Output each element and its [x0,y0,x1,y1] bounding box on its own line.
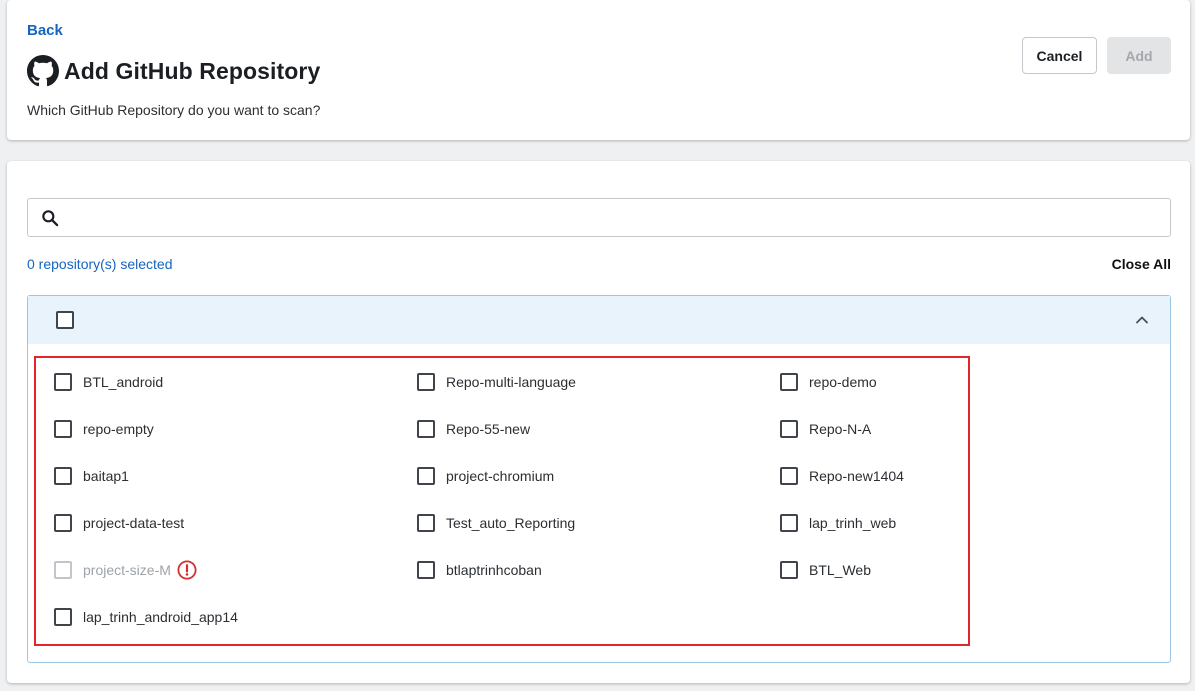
page-subtitle: Which GitHub Repository do you want to s… [27,102,321,118]
repo-checkbox[interactable] [417,467,435,485]
repo-label: project-data-test [83,515,185,531]
close-all-button[interactable]: Close All [1112,256,1171,272]
repo-label: repo-demo [809,374,877,390]
repo-item[interactable]: btlaptrinhcoban [417,559,542,581]
repo-item[interactable]: Repo-N-A [780,418,871,440]
repo-checkbox[interactable] [780,514,798,532]
add-button[interactable]: Add [1107,37,1171,74]
repo-label: BTL_Web [809,562,871,578]
repo-checkbox[interactable] [780,373,798,391]
repo-checkbox[interactable] [780,420,798,438]
repo-item[interactable]: baitap1 [54,465,129,487]
repo-label: project-size-M [83,562,171,578]
group-checkbox[interactable] [56,311,74,329]
title-row: Add GitHub Repository [27,55,320,87]
repo-checkbox[interactable] [54,373,72,391]
search-icon [40,208,60,228]
group-header[interactable] [28,296,1170,344]
repo-label: Repo-multi-language [446,374,576,390]
repo-item[interactable]: repo-demo [780,371,877,393]
repo-checkbox[interactable] [54,467,72,485]
repo-item[interactable]: BTL_Web [780,559,871,581]
repo-label: lap_trinh_android_app14 [83,609,238,625]
search-box [27,198,1171,237]
highlight-box [34,356,970,646]
repo-label: baitap1 [83,468,129,484]
repo-checkbox[interactable] [54,514,72,532]
repo-item[interactable]: project-data-test [54,512,184,534]
repo-checkbox[interactable] [417,514,435,532]
repo-item[interactable]: Repo-new1404 [780,465,904,487]
repo-label: repo-empty [83,421,154,437]
repo-item[interactable]: BTL_android [54,371,163,393]
repo-checkbox[interactable] [417,373,435,391]
github-icon [27,55,59,87]
repo-checkbox[interactable] [780,467,798,485]
repo-label: btlaptrinhcoban [446,562,542,578]
repo-checkbox[interactable] [54,608,72,626]
page-title: Add GitHub Repository [64,57,321,84]
repo-label: Repo-new1404 [809,468,904,484]
repository-group: BTL_android Repo-multi-language repo-dem… [27,295,1171,663]
repo-item[interactable]: lap_trinh_web [780,512,896,534]
repo-item[interactable]: Repo-multi-language [417,371,576,393]
repo-item[interactable]: project-chromium [417,465,554,487]
selected-count: 0 repository(s) selected [27,256,173,272]
repo-item[interactable]: repo-empty [54,418,154,440]
chevron-up-icon[interactable] [1134,312,1150,328]
repo-item[interactable]: Repo-55-new [417,418,530,440]
repo-label: BTL_android [83,374,164,390]
back-link[interactable]: Back [27,22,63,39]
repo-item[interactable]: Test_auto_Reporting [417,512,575,534]
repo-label: Repo-55-new [446,421,531,437]
header-card: Back Add GitHub Repository Which GitHub … [7,0,1190,140]
repository-picker-card: 0 repository(s) selected Close All BTL_a… [7,161,1190,683]
repo-label: Test_auto_Reporting [446,515,576,531]
repo-checkbox[interactable] [417,420,435,438]
repo-checkbox[interactable] [417,561,435,579]
warning-icon[interactable] [177,560,197,580]
repo-item-disabled: project-size-M [54,559,197,581]
repo-checkbox-disabled [54,561,72,579]
repo-item[interactable]: lap_trinh_android_app14 [54,606,238,628]
repo-checkbox[interactable] [54,420,72,438]
repo-label: project-chromium [446,468,555,484]
search-input[interactable] [72,205,1162,231]
cancel-button[interactable]: Cancel [1022,37,1097,74]
repo-checkbox[interactable] [780,561,798,579]
repo-label: Repo-N-A [809,421,872,437]
repo-label: lap_trinh_web [809,515,897,531]
